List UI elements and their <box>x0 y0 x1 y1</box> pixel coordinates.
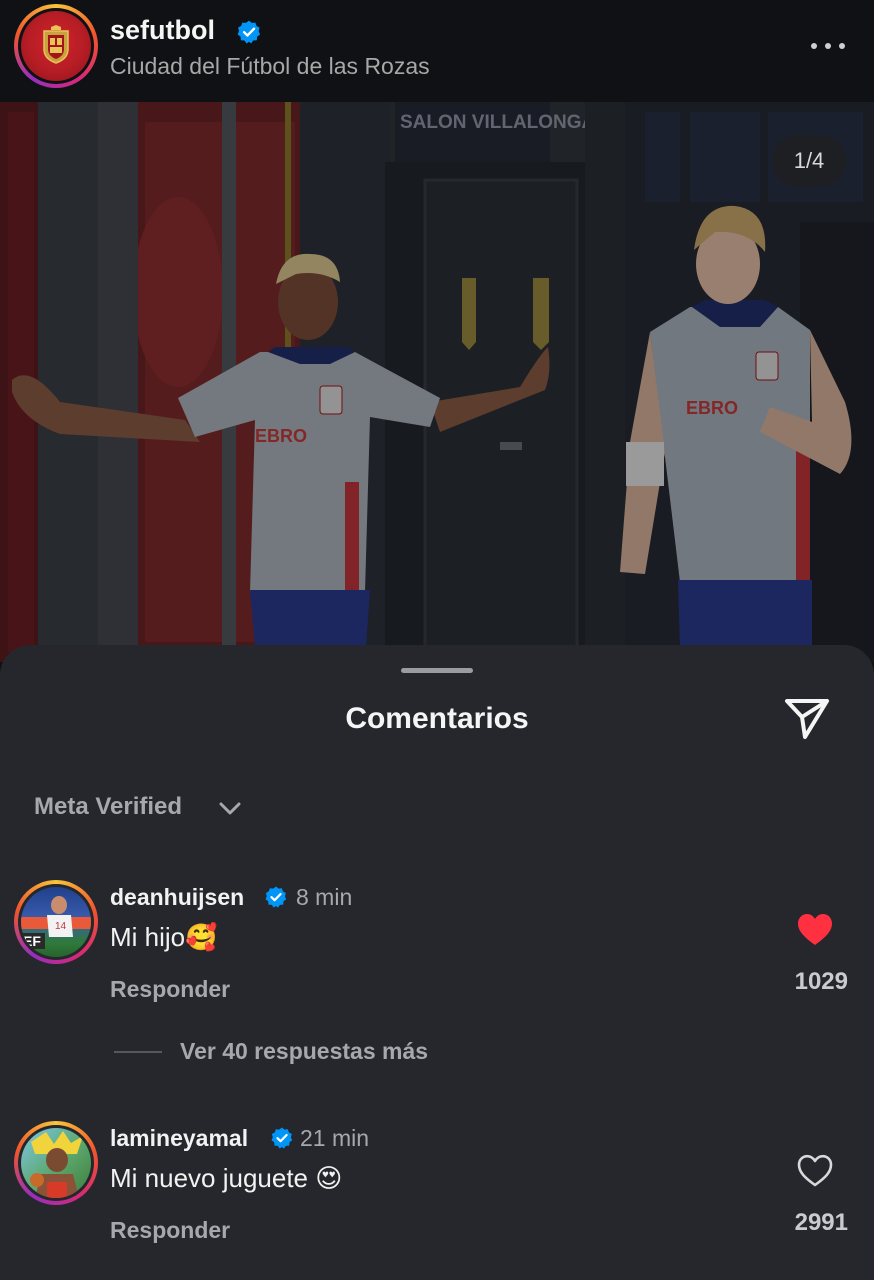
reply-button[interactable]: Responder <box>110 1217 230 1244</box>
commenter-avatar[interactable] <box>14 1121 98 1205</box>
heart-filled-icon[interactable] <box>796 912 834 948</box>
post-header: sefutbol Ciudad del Fútbol de las Rozas <box>0 0 874 102</box>
send-icon[interactable] <box>783 697 831 741</box>
replies-divider <box>114 1051 162 1053</box>
comments-filter[interactable]: Meta Verified <box>34 793 182 821</box>
comment-username[interactable]: lamineyamal <box>110 1125 248 1152</box>
chevron-down-icon[interactable] <box>216 795 244 823</box>
verified-badge-icon <box>237 20 261 44</box>
avatar-image: 14 EF <box>21 896 91 949</box>
reply-button[interactable]: Responder <box>110 976 230 1003</box>
post-photo[interactable]: SALON VILLALONGA EBRO EBRO 1/4 <box>0 102 874 662</box>
heart-outline-icon[interactable] <box>796 1153 834 1189</box>
account-name[interactable]: sefutbol <box>110 15 215 46</box>
verified-badge-icon <box>271 1127 293 1149</box>
comment-time: 21 min <box>300 1125 370 1151</box>
more-options-icon[interactable] <box>808 36 848 56</box>
view-more-replies[interactable]: Ver 40 respuestas más <box>180 1038 428 1065</box>
photo-counter: 1/4 <box>772 135 846 187</box>
verified-badge-icon <box>265 886 287 908</box>
svg-text:14: 14 <box>55 921 67 932</box>
federation-crest-icon <box>43 25 69 64</box>
account-avatar[interactable] <box>14 4 98 88</box>
photo-scene: SALON VILLALONGA EBRO EBRO <box>0 102 874 662</box>
commenter-avatar[interactable]: 14 EF <box>14 880 98 964</box>
avatar-image <box>30 1131 83 1198</box>
comment-username[interactable]: deanhuijsen <box>110 884 244 911</box>
comment-text: Mi hijo🥰 <box>110 922 218 952</box>
comments-title: Comentarios <box>345 702 529 735</box>
comment-time: 8 min <box>296 884 353 910</box>
like-count: 2991 <box>794 1209 848 1236</box>
like-count: 1029 <box>794 968 848 995</box>
svg-text:EF: EF <box>23 933 41 949</box>
comment-text: Mi nuevo juguete 😍 <box>110 1163 343 1193</box>
sheet-drag-handle[interactable] <box>401 668 473 673</box>
post-location[interactable]: Ciudad del Fútbol de las Rozas <box>110 53 430 80</box>
